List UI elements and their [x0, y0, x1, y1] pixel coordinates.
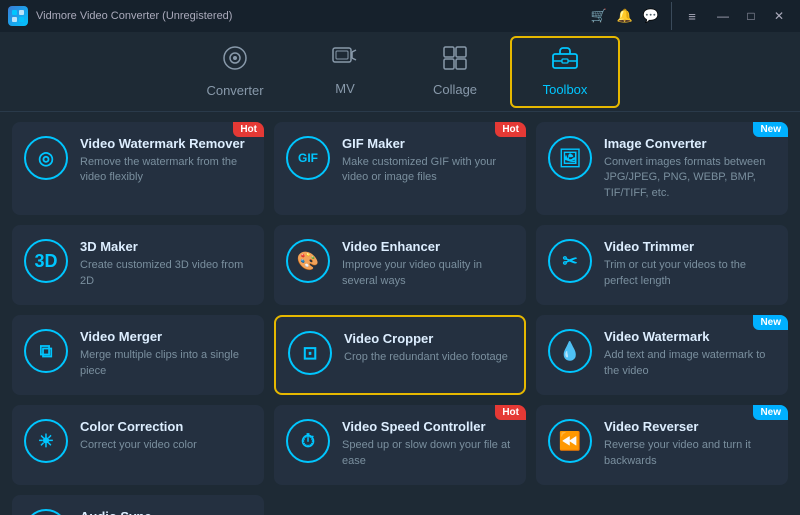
- tool-name-video-speed-controller: Video Speed Controller: [342, 419, 514, 434]
- content-area: Hot ◎ Video Watermark Remover Remove the…: [0, 112, 800, 515]
- tool-info-video-reverser: Video Reverser Reverse your video and tu…: [604, 419, 776, 469]
- tool-card-color-correction[interactable]: ☀ Color Correction Correct your video co…: [12, 405, 264, 485]
- tool-card-gif-maker[interactable]: Hot GIF GIF Maker Make customized GIF wi…: [274, 122, 526, 215]
- tool-name-color-correction: Color Correction: [80, 419, 252, 434]
- tool-info-3d-maker: 3D Maker Create customized 3D video from…: [80, 239, 252, 289]
- tool-info-gif-maker: GIF Maker Make customized GIF with your …: [342, 136, 514, 186]
- menu-icon[interactable]: ≡: [684, 8, 700, 24]
- badge-gif-maker: Hot: [495, 122, 526, 137]
- nav-tabs: Converter MV Collage: [0, 32, 800, 112]
- tool-desc-video-cropper: Crop the redundant video footage: [344, 350, 512, 365]
- tool-name-video-watermark: Video Watermark: [604, 329, 776, 344]
- tool-desc-video-watermark-remover: Remove the watermark from the video flex…: [80, 155, 252, 186]
- badge-video-watermark-remover: Hot: [233, 122, 264, 137]
- tab-mv-label: MV: [335, 81, 355, 96]
- tool-name-video-merger: Video Merger: [80, 329, 252, 344]
- tool-icon-gif-maker: GIF: [286, 136, 330, 180]
- tool-info-color-correction: Color Correction Correct your video colo…: [80, 419, 252, 453]
- badge-video-watermark: New: [753, 315, 788, 330]
- tool-icon-video-cropper: ⊡: [288, 331, 332, 375]
- tool-name-video-cropper: Video Cropper: [344, 331, 512, 346]
- tool-card-video-cropper[interactable]: ⊡ Video Cropper Crop the redundant video…: [274, 315, 526, 395]
- title-bar-left: Vidmore Video Converter (Unregistered): [8, 6, 232, 26]
- tool-desc-3d-maker: Create customized 3D video from 2D: [80, 258, 252, 289]
- cart-icon[interactable]: 🛒: [591, 8, 607, 24]
- mv-icon: [332, 47, 358, 75]
- badge-video-reverser: New: [753, 405, 788, 420]
- tool-card-video-watermark-remover[interactable]: Hot ◎ Video Watermark Remover Remove the…: [12, 122, 264, 215]
- tool-desc-video-merger: Merge multiple clips into a single piece: [80, 348, 252, 379]
- maximize-button[interactable]: □: [738, 6, 764, 26]
- tool-name-video-reverser: Video Reverser: [604, 419, 776, 434]
- tool-card-video-speed-controller[interactable]: Hot ⏱ Video Speed Controller Speed up or…: [274, 405, 526, 485]
- tool-name-video-enhancer: Video Enhancer: [342, 239, 514, 254]
- tool-icon-video-trimmer: ✂: [548, 239, 592, 283]
- badge-image-converter: New: [753, 122, 788, 137]
- tool-icon-video-enhancer: 🎨: [286, 239, 330, 283]
- tool-desc-video-reverser: Reverse your video and turn it backwards: [604, 438, 776, 469]
- tool-name-gif-maker: GIF Maker: [342, 136, 514, 151]
- tool-name-image-converter: Image Converter: [604, 136, 776, 151]
- minimize-button[interactable]: —: [710, 6, 736, 26]
- title-bar-right: 🛒 🔔 💬 ≡ — □ ✕: [591, 2, 792, 30]
- tools-grid: Hot ◎ Video Watermark Remover Remove the…: [12, 122, 788, 515]
- tool-name-audio-sync: Audio Sync: [80, 509, 252, 515]
- tool-icon-video-reverser: ⏪: [548, 419, 592, 463]
- tool-info-video-cropper: Video Cropper Crop the redundant video f…: [344, 331, 512, 365]
- tool-card-image-converter[interactable]: New 🖼 Image Converter Convert images for…: [536, 122, 788, 215]
- tool-icon-image-converter: 🖼: [548, 136, 592, 180]
- tool-card-video-merger[interactable]: ⧉ Video Merger Merge multiple clips into…: [12, 315, 264, 395]
- tool-icon-3d-maker: 3D: [24, 239, 68, 283]
- collage-icon: [443, 46, 467, 76]
- tool-info-video-enhancer: Video Enhancer Improve your video qualit…: [342, 239, 514, 289]
- tool-card-video-reverser[interactable]: New ⏪ Video Reverser Reverse your video …: [536, 405, 788, 485]
- tool-desc-color-correction: Correct your video color: [80, 438, 252, 453]
- bell-icon[interactable]: 🔔: [617, 8, 633, 24]
- tool-icon-audio-sync: ♪: [24, 509, 68, 515]
- divider: [671, 2, 672, 30]
- title-bar: Vidmore Video Converter (Unregistered) 🛒…: [0, 0, 800, 32]
- tool-desc-video-speed-controller: Speed up or slow down your file at ease: [342, 438, 514, 469]
- tool-name-video-watermark-remover: Video Watermark Remover: [80, 136, 252, 151]
- tool-info-video-trimmer: Video Trimmer Trim or cut your videos to…: [604, 239, 776, 289]
- tool-desc-image-converter: Convert images formats between JPG/JPEG,…: [604, 155, 776, 201]
- tool-card-video-watermark[interactable]: New 💧 Video Watermark Add text and image…: [536, 315, 788, 395]
- tool-desc-video-enhancer: Improve your video quality in several wa…: [342, 258, 514, 289]
- tool-icon-video-merger: ⧉: [24, 329, 68, 373]
- tool-icon-video-watermark-remover: ◎: [24, 136, 68, 180]
- tool-card-video-trimmer[interactable]: ✂ Video Trimmer Trim or cut your videos …: [536, 225, 788, 305]
- tab-toolbox-label: Toolbox: [543, 82, 588, 97]
- tool-icon-color-correction: ☀: [24, 419, 68, 463]
- toolbox-icon: [551, 46, 579, 76]
- tab-mv[interactable]: MV: [290, 36, 400, 108]
- tool-card-video-enhancer[interactable]: 🎨 Video Enhancer Improve your video qual…: [274, 225, 526, 305]
- tab-collage-label: Collage: [433, 82, 477, 97]
- tab-converter-label: Converter: [206, 83, 263, 98]
- tool-desc-gif-maker: Make customized GIF with your video or i…: [342, 155, 514, 186]
- tool-card-audio-sync[interactable]: ♪ Audio Sync: [12, 495, 264, 515]
- tool-name-3d-maker: 3D Maker: [80, 239, 252, 254]
- converter-icon: [222, 45, 248, 77]
- badge-video-speed-controller: Hot: [495, 405, 526, 420]
- tab-collage[interactable]: Collage: [400, 36, 510, 108]
- tool-info-video-speed-controller: Video Speed Controller Speed up or slow …: [342, 419, 514, 469]
- tool-desc-video-watermark: Add text and image watermark to the vide…: [604, 348, 776, 379]
- tool-info-video-merger: Video Merger Merge multiple clips into a…: [80, 329, 252, 379]
- title-bar-icons: 🛒 🔔 💬 ≡: [591, 2, 700, 30]
- tool-desc-video-trimmer: Trim or cut your videos to the perfect l…: [604, 258, 776, 289]
- tab-converter[interactable]: Converter: [180, 36, 290, 108]
- tool-card-3d-maker[interactable]: 3D 3D Maker Create customized 3D video f…: [12, 225, 264, 305]
- tool-info-video-watermark-remover: Video Watermark Remover Remove the water…: [80, 136, 252, 186]
- tool-info-image-converter: Image Converter Convert images formats b…: [604, 136, 776, 201]
- tool-name-video-trimmer: Video Trimmer: [604, 239, 776, 254]
- tool-icon-video-watermark: 💧: [548, 329, 592, 373]
- tool-info-audio-sync: Audio Sync: [80, 509, 252, 515]
- tool-info-video-watermark: Video Watermark Add text and image water…: [604, 329, 776, 379]
- tool-icon-video-speed-controller: ⏱: [286, 419, 330, 463]
- close-button[interactable]: ✕: [766, 6, 792, 26]
- chat-icon[interactable]: 💬: [643, 8, 659, 24]
- app-title: Vidmore Video Converter (Unregistered): [36, 10, 232, 22]
- tab-toolbox[interactable]: Toolbox: [510, 36, 620, 108]
- app-logo: [8, 6, 28, 26]
